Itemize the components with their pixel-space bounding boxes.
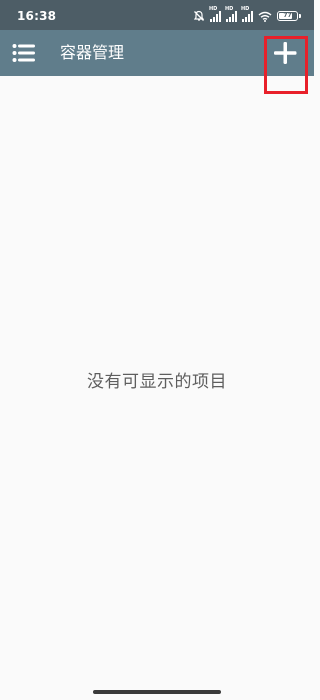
- status-time: 16:38: [17, 9, 57, 23]
- empty-message: 没有可显示的项目: [87, 372, 227, 392]
- battery-level: 77: [283, 12, 292, 19]
- wifi-icon: [258, 7, 272, 26]
- menu-button[interactable]: [7, 38, 39, 68]
- home-indicator[interactable]: [93, 690, 221, 694]
- add-container-button[interactable]: [264, 36, 306, 70]
- app-bar: 容器管理: [0, 30, 314, 76]
- battery-icon: 77: [277, 11, 301, 21]
- status-bar: 16:38 HD HD HD 77: [0, 0, 314, 30]
- list-menu-icon: [7, 44, 39, 72]
- hd-signal-icon: HD: [225, 6, 237, 22]
- status-icons: HD HD HD 77: [193, 6, 301, 26]
- page-title: 容器管理: [60, 43, 125, 62]
- screen: 16:38 HD HD HD 77 容器管理 没有可显示的项目: [0, 0, 314, 700]
- hd-signal-icon: HD: [209, 6, 221, 22]
- hd-signal-icon: HD: [241, 6, 253, 22]
- plus-icon: [264, 42, 306, 74]
- alarm-off-icon: [193, 7, 205, 26]
